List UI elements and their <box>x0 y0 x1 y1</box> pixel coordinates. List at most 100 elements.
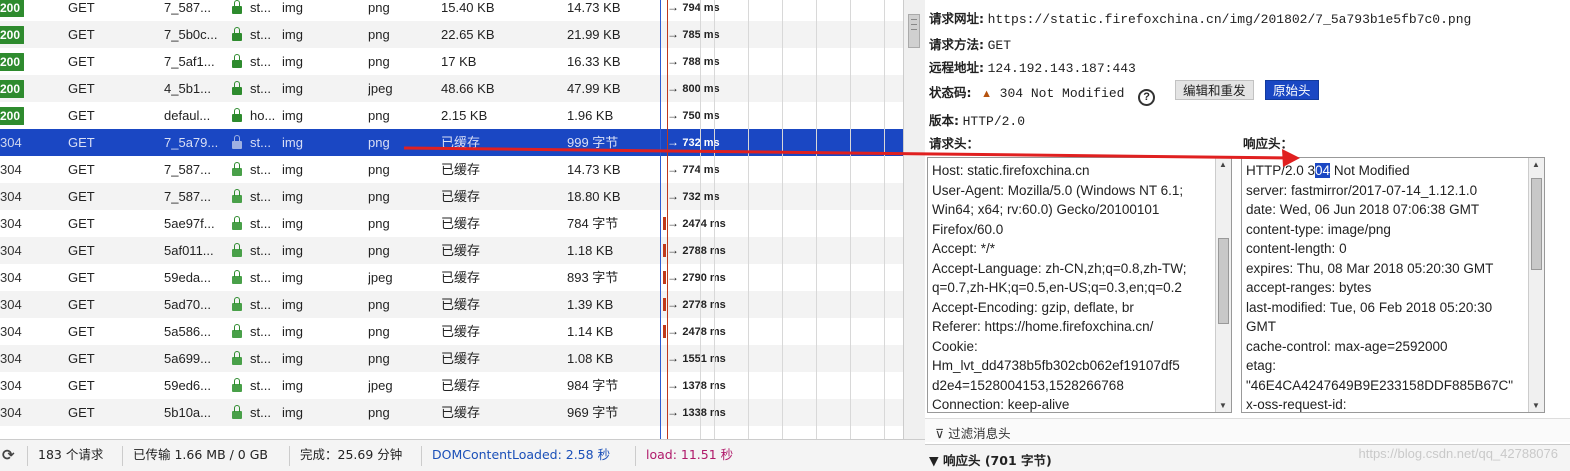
lock-icon <box>232 237 246 264</box>
status-code: 200 <box>0 0 24 21</box>
timeline-label: → 774 ms <box>667 162 720 176</box>
request-row[interactable]: 304 GET 5ae97f... st... img png 已缓存 784 字节 → 247… <box>0 210 903 237</box>
timeline: → 788 ms <box>663 48 903 75</box>
content-type: png <box>368 216 390 231</box>
timeline-label: → 794 ms <box>667 0 720 14</box>
transferred: 已缓存 <box>441 324 481 339</box>
request-headers-title: 请求头： <box>929 136 980 151</box>
response-headers-scrollbar[interactable]: ▲ ▼ <box>1528 158 1544 412</box>
transferred: 已缓存 <box>441 297 481 312</box>
version: HTTP/2.0 <box>962 114 1026 129</box>
response-header-line: server: fastmirror/2017-07-14_1.12.1.0 <box>1246 182 1478 198</box>
request-header-line: Win64; x64; rv:60.0) Gecko/20100101 <box>932 202 1160 217</box>
triangle-down-icon: ▼ <box>929 453 939 468</box>
request-url-label: 请求网址: <box>929 11 984 26</box>
status-code: 200 <box>0 102 24 129</box>
request-row[interactable]: 200 GET 7_5af1... st... img png 17 KB 16.33 KB →… <box>0 48 903 75</box>
timeline-bar <box>663 217 666 230</box>
request-headers-scrollbar[interactable]: ▲ ▼ <box>1215 158 1231 412</box>
scroll-down-icon[interactable]: ▼ <box>1219 401 1227 410</box>
cause: img <box>282 54 303 69</box>
request-method: GET <box>68 378 95 393</box>
request-method: GET <box>68 216 95 231</box>
response-header-line: content-length: 0 <box>1246 241 1347 256</box>
request-row[interactable]: 200 GET defaul... ho... img png 2.15 KB 1.96 KB… <box>0 102 903 129</box>
request-method: GET <box>68 243 95 258</box>
request-method: GET <box>68 324 95 339</box>
scroll-up-icon[interactable]: ▲ <box>1532 160 1540 169</box>
file-name: 5af011... <box>164 243 214 258</box>
raw-response-headers[interactable]: HTTP/2.0 304 Not Modified server: fastmi… <box>1241 157 1545 413</box>
cause: img <box>282 27 303 42</box>
scrollbar-thumb[interactable] <box>908 14 920 48</box>
cause: img <box>282 297 303 312</box>
request-header-line: Host: static.firefoxchina.cn <box>932 163 1090 178</box>
transferred: 15.40 KB <box>441 0 495 15</box>
timeline: → 800 ms <box>663 75 903 102</box>
cause: img <box>282 0 303 15</box>
timeline-label: → 2790 ms <box>667 270 726 284</box>
file-name: 5a699... <box>164 351 211 366</box>
status-code: 304 <box>0 324 22 339</box>
domain: st... <box>250 216 271 231</box>
timeline: → 794 ms <box>663 0 903 21</box>
request-row[interactable]: 200 GET 4_5b1... st... img jpeg 48.66 KB 47.99 … <box>0 75 903 102</box>
raw-request-headers[interactable]: Host: static.firefoxchina.cn User-Agent: … <box>927 157 1232 413</box>
lock-icon <box>232 183 246 210</box>
request-url[interactable]: https://static.firefoxchina.cn/img/20180… <box>988 12 1472 27</box>
transferred: 已缓存 <box>441 189 481 204</box>
scroll-up-icon[interactable]: ▲ <box>1219 160 1227 169</box>
scroll-down-icon[interactable]: ▼ <box>1532 401 1540 410</box>
response-header-line: last-modified: Tue, 06 Feb 2018 05:20:30 <box>1246 299 1493 315</box>
filter-headers-input[interactable]: ⊽ 过滤消息头 <box>925 418 1570 442</box>
edit-and-resend-button[interactable]: 编辑和重发 <box>1175 80 1254 100</box>
transferred: 已缓存 <box>441 216 481 231</box>
scrollbar-thumb[interactable] <box>1218 238 1229 324</box>
request-method: GET <box>68 270 95 285</box>
domain: st... <box>250 405 271 420</box>
status-code: 304 <box>0 189 22 204</box>
request-row[interactable]: 304 GET 59ed6... st... img jpeg 已缓存 984 字节 → 137… <box>0 372 903 399</box>
request-row[interactable]: 304 GET 7_587... st... img png 已缓存 14.73 KB → 77… <box>0 156 903 183</box>
content-type: png <box>368 27 390 42</box>
raw-headers-button[interactable]: 原始头 <box>1265 80 1319 100</box>
cause: img <box>282 189 303 204</box>
file-name: 59eda... <box>164 270 211 285</box>
lock-icon <box>232 291 246 318</box>
timeline-label: → 800 ms <box>667 81 720 95</box>
status-code: 304 <box>0 378 22 393</box>
timeline-bar <box>663 298 666 311</box>
request-header-line: Accept-Language: zh-CN,zh;q=0.8,zh-TW; <box>932 260 1187 276</box>
request-header-line: d2e4=1528004153,1528266768 <box>932 377 1124 393</box>
content-type: png <box>368 297 390 312</box>
response-header-line: x-oss-request-id: <box>1246 397 1347 412</box>
timeline-bar <box>663 325 666 338</box>
request-row[interactable]: 304 GET 5a586... st... img png 已缓存 1.14 KB → 247… <box>0 318 903 345</box>
lock-icon <box>232 399 246 426</box>
request-row[interactable]: 200 GET 7_5b0c... st... img png 22.65 KB 21.99 … <box>0 21 903 48</box>
file-name: 5ae97f... <box>164 216 215 231</box>
domain: st... <box>250 54 271 69</box>
transferred: 已缓存 <box>441 351 481 366</box>
lock-icon <box>232 318 246 345</box>
size: 999 字节 <box>567 135 619 150</box>
request-row[interactable]: 304 GET 5ad70... st... img png 已缓存 1.39 KB → 277… <box>0 291 903 318</box>
domain: st... <box>250 162 271 177</box>
timeline: → 732 ms <box>663 183 903 210</box>
size: 969 字节 <box>567 405 619 420</box>
help-icon[interactable]: ? <box>1138 89 1156 106</box>
status-code: 200 <box>0 21 24 48</box>
request-row[interactable]: 304 GET 7_5a79... st... img png 已缓存 999 字节 → 732… <box>0 129 903 156</box>
size: 1.96 KB <box>567 108 614 123</box>
request-row[interactable]: 304 GET 59eda... st... img jpeg 已缓存 893 字节 → 279… <box>0 264 903 291</box>
request-header-line: Hm_lvt_dd4738b5fb302cb062ef19107df5 <box>932 358 1180 373</box>
performance-icon[interactable]: ⟳ <box>2 440 22 471</box>
request-row[interactable]: 304 GET 7_587... st... img png 已缓存 18.80 KB → 73… <box>0 183 903 210</box>
warning-triangle-icon: ▲ <box>981 88 993 100</box>
request-row[interactable]: 200 GET 7_587... st... img png 15.40 KB 14.73 K… <box>0 0 903 21</box>
request-row[interactable]: 304 GET 5a699... st... img png 已缓存 1.08 KB → 155… <box>0 345 903 372</box>
request-list-scrollbar[interactable] <box>903 0 925 439</box>
scrollbar-thumb[interactable] <box>1531 178 1542 270</box>
request-row[interactable]: 304 GET 5af011... st... img png 已缓存 1.18 KB → 27… <box>0 237 903 264</box>
request-row[interactable]: 304 GET 5b10a... st... img png 已缓存 969 字节 → 1338… <box>0 399 903 426</box>
